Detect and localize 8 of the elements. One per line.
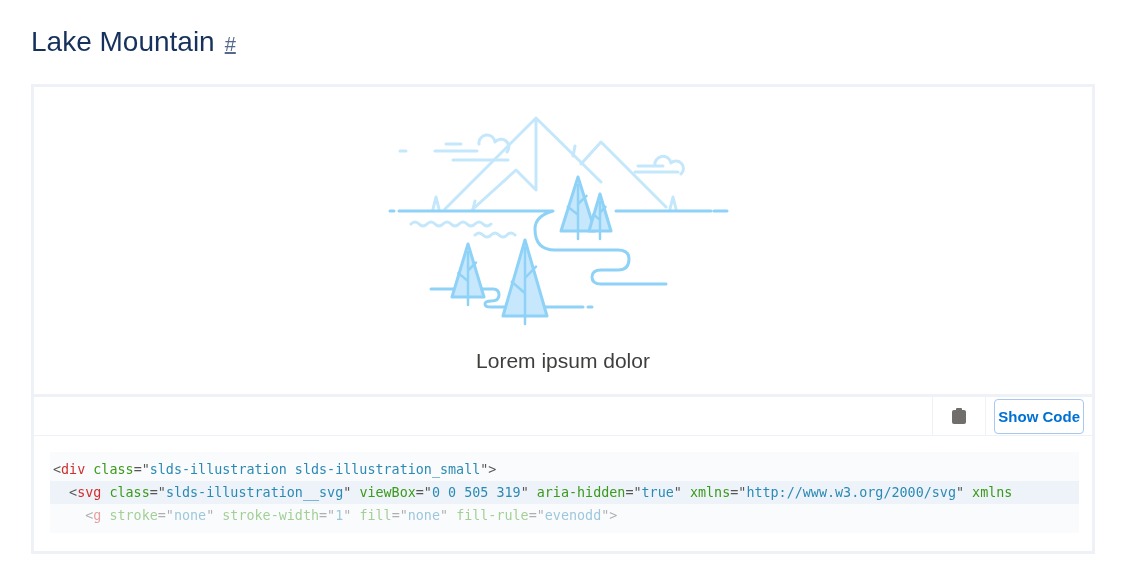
page-title: Lake Mountain xyxy=(31,26,215,58)
code-line: <g stroke="none" stroke-width="1" fill="none" fill-rule="evenodd"> xyxy=(84,507,619,525)
copy-button[interactable] xyxy=(932,397,987,435)
show-code-button[interactable]: Show Code xyxy=(994,399,1084,434)
clipboard-icon xyxy=(952,408,967,424)
illustration-caption: Lorem ipsum dolor xyxy=(476,349,650,373)
code-line: <div class="slds-illustration slds-illustration_small"> xyxy=(52,461,498,480)
anchor-link[interactable]: # xyxy=(224,33,236,56)
